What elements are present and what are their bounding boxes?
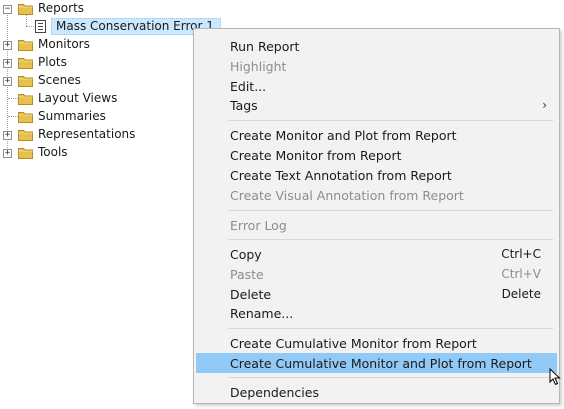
- expand-icon[interactable]: +: [3, 59, 12, 68]
- tree-item-label: Plots: [38, 55, 67, 69]
- tree-item-plots[interactable]: + Plots: [0, 54, 100, 72]
- menu-item-label: Run Report: [230, 38, 300, 54]
- expand-icon[interactable]: +: [3, 149, 12, 158]
- menu-item-label: Copy: [230, 246, 262, 262]
- menu-item-create-monitor-and-plot[interactable]: Create Monitor and Plot from Report: [196, 125, 557, 145]
- menu-item-create-monitor[interactable]: Create Monitor from Report: [196, 145, 557, 165]
- menu-separator: [228, 328, 553, 329]
- context-menu: Run Report Highlight Edit... Tags › Crea…: [193, 28, 560, 404]
- menu-item-label: Edit...: [230, 78, 267, 94]
- expand-icon[interactable]: +: [3, 77, 12, 86]
- simulation-tree: − Reports Mass Conservation Error 1 + Mo…: [0, 0, 221, 409]
- tree-item-label: Layout Views: [38, 91, 118, 105]
- menu-separator: [228, 210, 553, 211]
- menu-item-dependencies[interactable]: Dependencies: [196, 382, 557, 402]
- menu-item-shortcut: Delete: [501, 287, 541, 301]
- folder-icon: [18, 39, 33, 51]
- menu-item-label: Create Cumulative Monitor from Report: [230, 335, 477, 351]
- menu-item-highlight[interactable]: Highlight: [196, 56, 557, 76]
- tree-item-representations[interactable]: + Representations: [0, 126, 140, 144]
- menu-item-edit[interactable]: Edit...: [196, 76, 557, 96]
- report-icon: [35, 20, 46, 33]
- menu-item-error-log[interactable]: Error Log: [196, 215, 557, 235]
- folder-icon: [18, 75, 33, 87]
- folder-icon: [18, 93, 33, 105]
- tree-item-reports[interactable]: − Reports: [0, 0, 100, 18]
- menu-item-shortcut: Ctrl+V: [501, 267, 541, 281]
- menu-item-copy[interactable]: Copy Ctrl+C: [196, 244, 557, 264]
- tree-item-monitors[interactable]: + Monitors: [0, 36, 100, 54]
- tree-item-label: Scenes: [38, 73, 81, 87]
- folder-icon: [18, 147, 33, 159]
- menu-item-create-cumulative-monitor-and-plot[interactable]: Create Cumulative Monitor and Plot from …: [196, 353, 557, 373]
- mouse-cursor-icon: [549, 368, 561, 386]
- menu-separator: [228, 120, 553, 121]
- menu-item-run-report[interactable]: Run Report: [196, 36, 557, 56]
- menu-item-label: Create Text Annotation from Report: [230, 167, 452, 183]
- menu-item-label: Tags: [230, 97, 258, 113]
- tree-item-scenes[interactable]: + Scenes: [0, 72, 100, 90]
- tree-item-summaries[interactable]: Summaries: [0, 108, 110, 126]
- tree-item-label: Summaries: [38, 109, 106, 123]
- menu-item-label: Paste: [230, 266, 264, 282]
- menu-item-label: Create Monitor from Report: [230, 147, 402, 163]
- tree-item-mass-conservation-error[interactable]: Mass Conservation Error 1: [0, 18, 225, 36]
- tree-item-tools[interactable]: + Tools: [0, 144, 100, 162]
- menu-item-label: Error Log: [230, 217, 287, 233]
- collapse-icon[interactable]: −: [3, 5, 12, 14]
- folder-icon: [18, 57, 33, 69]
- menu-item-label: Create Monitor and Plot from Report: [230, 127, 457, 143]
- expand-icon[interactable]: +: [3, 131, 12, 140]
- menu-item-create-cumulative-monitor[interactable]: Create Cumulative Monitor from Report: [196, 333, 557, 353]
- menu-item-create-text-annotation[interactable]: Create Text Annotation from Report: [196, 165, 557, 185]
- menu-item-label: Delete: [230, 286, 272, 302]
- menu-item-shortcut: Ctrl+C: [501, 247, 541, 261]
- menu-item-delete[interactable]: Delete Delete: [196, 284, 557, 304]
- tree-item-layout-views[interactable]: Layout Views: [0, 90, 120, 108]
- menu-item-rename[interactable]: Rename...: [196, 303, 557, 323]
- menu-item-create-visual-annotation[interactable]: Create Visual Annotation from Report: [196, 185, 557, 205]
- menu-item-label: Dependencies: [230, 384, 319, 400]
- folder-icon: [18, 111, 33, 123]
- menu-item-label: Create Visual Annotation from Report: [230, 187, 464, 203]
- tree-item-label: Mass Conservation Error 1: [56, 19, 214, 33]
- menu-item-paste[interactable]: Paste Ctrl+V: [196, 264, 557, 284]
- folder-icon: [18, 3, 33, 15]
- menu-item-label: Rename...: [230, 305, 294, 321]
- expand-icon[interactable]: +: [3, 41, 12, 50]
- tree-item-label: Reports: [38, 1, 85, 15]
- menu-separator: [228, 377, 553, 378]
- chevron-right-icon: ›: [542, 98, 547, 112]
- menu-item-label: Create Cumulative Monitor and Plot from …: [230, 355, 532, 371]
- tree-item-label: Representations: [38, 127, 136, 141]
- tree-item-label: Monitors: [38, 37, 90, 51]
- menu-item-label: Highlight: [230, 58, 287, 74]
- menu-item-tags[interactable]: Tags ›: [196, 95, 557, 115]
- folder-icon: [18, 129, 33, 141]
- tree-item-label: Tools: [38, 145, 68, 159]
- menu-separator: [228, 239, 553, 240]
